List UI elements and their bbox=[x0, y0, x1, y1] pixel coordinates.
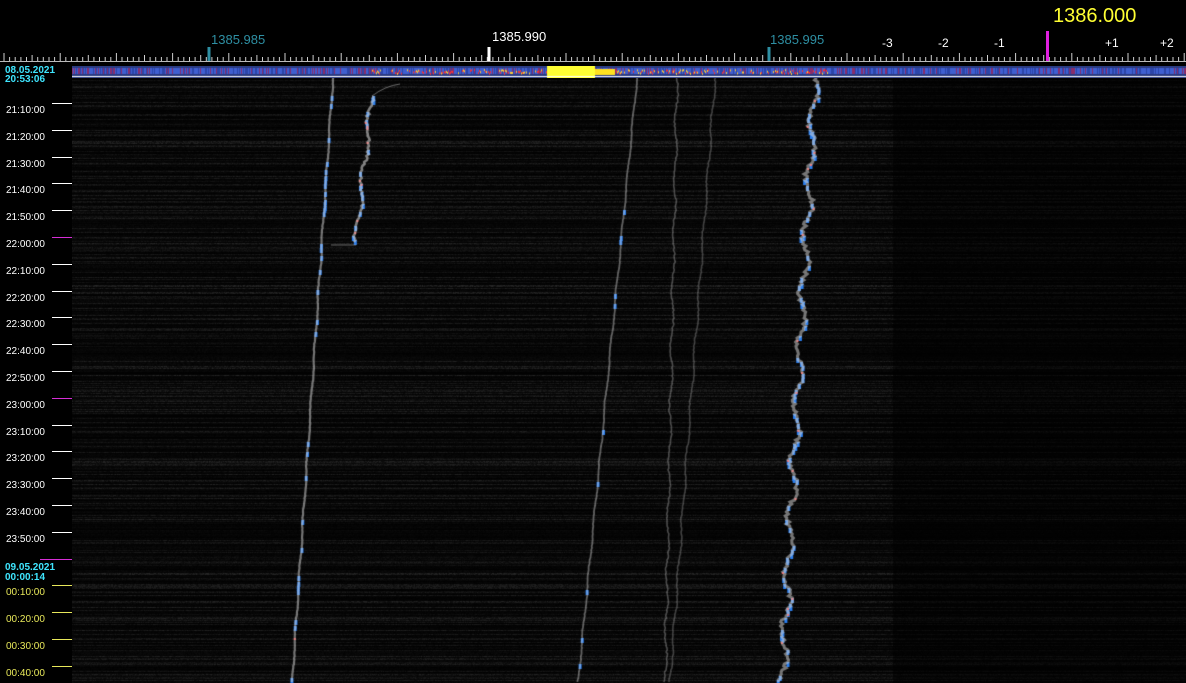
waterfall-display[interactable] bbox=[72, 78, 1186, 683]
offset-label-minus-1: -1 bbox=[994, 37, 1005, 50]
time-label: 00:30:00 bbox=[6, 641, 45, 652]
frequency-label-1385-990: 1385.990 bbox=[492, 30, 546, 44]
time-label: 21:30:00 bbox=[6, 159, 45, 170]
time-label: 22:20:00 bbox=[6, 293, 45, 304]
time-label: 00:10:00 bbox=[6, 587, 45, 598]
time-label: 23:20:00 bbox=[6, 453, 45, 464]
time-label: 21:40:00 bbox=[6, 185, 45, 196]
frequency-label-1385-985: 1385.985 bbox=[211, 33, 265, 47]
offset-label-minus-2: -2 bbox=[938, 37, 949, 50]
time-label: 22:30:00 bbox=[6, 319, 45, 330]
time-tick bbox=[52, 639, 72, 640]
time-tick bbox=[52, 130, 72, 131]
time-tick bbox=[52, 210, 72, 211]
time-tick bbox=[52, 398, 72, 399]
offset-label-plus-2: +2 bbox=[1160, 37, 1174, 50]
center-frequency-readout: 1386.000 bbox=[1053, 5, 1136, 27]
spectrum-strip bbox=[72, 66, 1186, 78]
time-tick bbox=[52, 103, 72, 104]
time-label: 22:00:00 bbox=[6, 239, 45, 250]
frequency-ticks bbox=[0, 0, 1186, 66]
offset-label-minus-3: -3 bbox=[882, 37, 893, 50]
time-tick bbox=[52, 371, 72, 372]
time-label: 21:50:00 bbox=[6, 212, 45, 223]
time-tick bbox=[52, 478, 72, 479]
time-label: 00:40:00 bbox=[6, 668, 45, 679]
time-tick bbox=[52, 157, 72, 158]
time-tick bbox=[52, 317, 72, 318]
time-tick bbox=[52, 505, 72, 506]
time-label: 23:40:00 bbox=[6, 507, 45, 518]
time-tick bbox=[52, 451, 72, 452]
time-label: 21:20:00 bbox=[6, 132, 45, 143]
time-tick bbox=[52, 425, 72, 426]
frequency-scale[interactable]: 1385.985 1385.990 1385.995 -3 -2 -1 +1 +… bbox=[0, 0, 1186, 66]
waterfall-window: 1385.985 1385.990 1385.995 -3 -2 -1 +1 +… bbox=[0, 0, 1186, 683]
offset-label-plus-1: +1 bbox=[1105, 37, 1119, 50]
time-label: 22:50:00 bbox=[6, 373, 45, 384]
time-label: 22:10:00 bbox=[6, 266, 45, 277]
time-label: 00:20:00 bbox=[6, 614, 45, 625]
time-tick bbox=[52, 291, 72, 292]
time-label: 23:50:00 bbox=[6, 534, 45, 545]
time-tick bbox=[52, 532, 72, 533]
time-tick bbox=[52, 237, 72, 238]
time-label: 23:10:00 bbox=[6, 427, 45, 438]
time-tick bbox=[52, 612, 72, 613]
time-tick bbox=[52, 264, 72, 265]
time-tick bbox=[52, 183, 72, 184]
time-tick bbox=[52, 666, 72, 667]
time-label: 21:10:00 bbox=[6, 105, 45, 116]
time-label: 23:00:00 bbox=[6, 400, 45, 411]
frequency-label-1385-995: 1385.995 bbox=[770, 33, 824, 47]
date-stamp-time: 00:00:14 bbox=[5, 573, 45, 583]
time-label: 23:30:00 bbox=[6, 480, 45, 491]
time-tick bbox=[52, 585, 72, 586]
midnight-tick bbox=[40, 559, 72, 560]
time-axis: 08.05.2021 20:53:06 21:10:00 21:20:00 21:30:… bbox=[0, 66, 72, 683]
time-label: 22:40:00 bbox=[6, 346, 45, 357]
date-stamp-time: 20:53:06 bbox=[5, 75, 45, 85]
time-tick bbox=[52, 344, 72, 345]
center-frequency-marker bbox=[1046, 31, 1049, 61]
